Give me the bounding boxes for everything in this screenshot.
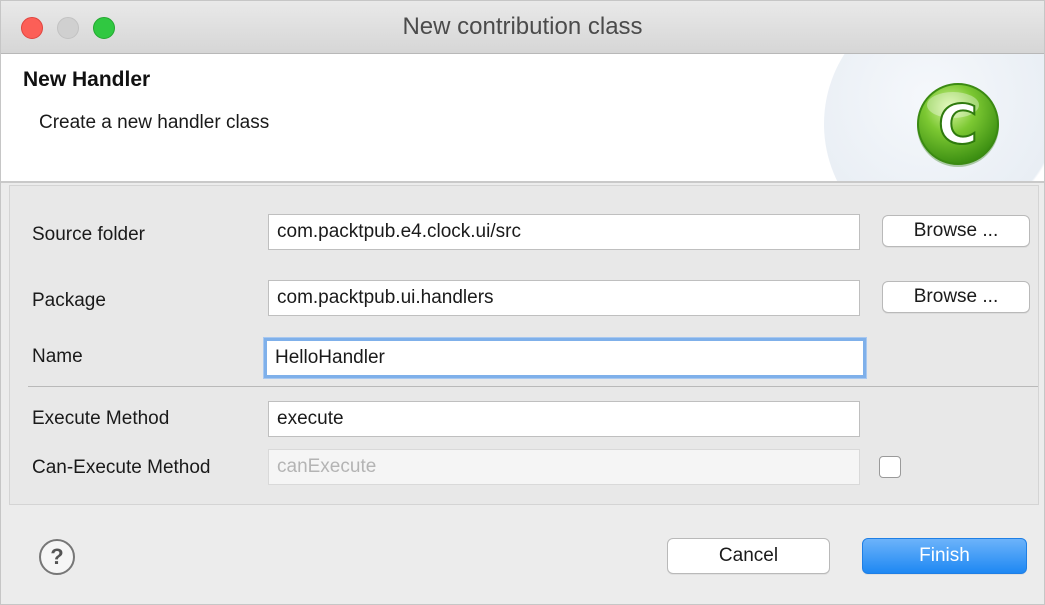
package-input[interactable] [268, 280, 860, 316]
wizard-header: New Handler Create a new handler class C [1, 54, 1044, 183]
can-execute-method-label: Can-Execute Method [32, 457, 211, 478]
dialog-window: New contribution class New Handler Creat… [0, 0, 1045, 605]
browse-package-button[interactable]: Browse ... [882, 281, 1030, 313]
name-label: Name [32, 346, 83, 367]
window-title: New contribution class [402, 13, 643, 40]
can-execute-method-input[interactable] [268, 449, 860, 485]
section-separator [28, 386, 1038, 387]
source-folder-label: Source folder [32, 224, 146, 245]
source-folder-input[interactable] [268, 214, 860, 250]
execute-method-label: Execute Method [32, 408, 170, 429]
form-panel: Source folder Browse ... Package Browse … [9, 185, 1039, 505]
can-execute-checkbox[interactable] [879, 456, 901, 478]
page-title: New Handler [23, 68, 151, 91]
help-icon[interactable]: ? [39, 539, 75, 575]
finish-button[interactable]: Finish [862, 538, 1027, 574]
package-label: Package [32, 290, 106, 311]
name-input[interactable] [264, 338, 866, 378]
title-bar[interactable]: New contribution class [1, 1, 1044, 54]
svg-text:C: C [938, 93, 978, 156]
cancel-button[interactable]: Cancel [667, 538, 830, 574]
execute-method-input[interactable] [268, 401, 860, 437]
page-description: Create a new handler class [39, 112, 270, 133]
browse-source-folder-button[interactable]: Browse ... [882, 215, 1030, 247]
class-c-icon: C [917, 83, 999, 167]
